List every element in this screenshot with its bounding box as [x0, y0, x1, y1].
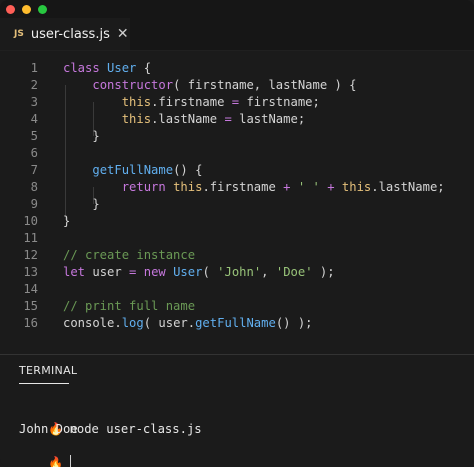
code-text: }: [63, 214, 71, 228]
line-number: 5: [30, 129, 38, 143]
panel-divider: [0, 354, 474, 355]
line-number: 11: [23, 231, 38, 245]
close-window-button[interactable]: [6, 5, 15, 14]
editor-window: JS user-class.js ✕ 1 class User { 2 constr…: [0, 0, 474, 467]
code-line[interactable]: 16 console.log( user.getFullName() );: [0, 315, 474, 332]
terminal-command: node user-class.js: [69, 422, 202, 436]
code-line[interactable]: 11: [0, 230, 474, 247]
flame-icon: 🔥: [48, 456, 64, 467]
tab-user-class-js[interactable]: JS user-class.js ✕: [0, 18, 130, 50]
minimize-window-button[interactable]: [22, 5, 31, 14]
code-text: this.lastName = lastName;: [121, 112, 306, 126]
code-text: this.firstname = firstname;: [121, 95, 320, 109]
line-number: 7: [30, 163, 38, 177]
code-line[interactable]: 9 }: [0, 196, 474, 213]
code-text: let user = new User( 'John', 'Doe' );: [63, 265, 335, 279]
line-number: 4: [30, 112, 38, 126]
terminal-tab-indicator: [19, 383, 69, 384]
code-text: getFullName() {: [92, 163, 203, 177]
line-number: 10: [23, 214, 38, 228]
title-bar: [0, 0, 474, 18]
tab-label: user-class.js: [30, 26, 110, 42]
code-text: }: [63, 129, 100, 143]
terminal-tab[interactable]: TERMINAL: [19, 364, 77, 377]
line-number: 16: [23, 316, 38, 330]
line-number: 2: [30, 78, 38, 92]
line-number: 3: [30, 95, 38, 109]
code-text: constructor( firstname, lastName ) {: [92, 78, 357, 92]
javascript-file-icon: JS: [14, 29, 24, 39]
terminal-output-line: John Doe: [19, 422, 78, 436]
code-text: }: [63, 197, 100, 211]
close-tab-icon[interactable]: ✕: [117, 26, 129, 42]
code-line[interactable]: 8 return this.firstname + ' ' + this.las…: [0, 179, 474, 196]
code-line[interactable]: 5 }: [0, 128, 474, 145]
line-number: 15: [23, 299, 38, 313]
line-number: 13: [23, 265, 38, 279]
line-number: 6: [30, 146, 38, 160]
code-line[interactable]: 15 // print full name: [0, 298, 474, 315]
code-text: // print full name: [63, 299, 196, 313]
line-number: 14: [23, 282, 38, 296]
code-line[interactable]: 1 class User {: [0, 60, 474, 77]
code-editor[interactable]: 1 class User { 2 constructor( firstname, l…: [0, 60, 474, 340]
terminal-prompt-line[interactable]: 🔥: [19, 438, 71, 467]
line-number: 9: [30, 197, 38, 211]
code-line[interactable]: 12 // create instance: [0, 247, 474, 264]
code-text: class User {: [63, 61, 152, 75]
code-text: return this.firstname + ' ' + this.lastN…: [121, 180, 445, 194]
line-number: 12: [23, 248, 38, 262]
text-cursor: [69, 455, 71, 467]
line-number: 1: [30, 61, 38, 75]
code-line[interactable]: 13 let user = new User( 'John', 'Doe' );: [0, 264, 474, 281]
line-number: 8: [30, 180, 38, 194]
code-text: console.log( user.getFullName() );: [63, 316, 313, 330]
code-text: // create instance: [63, 248, 196, 262]
code-line[interactable]: 10}: [0, 213, 474, 230]
code-line[interactable]: 14: [0, 281, 474, 298]
tab-bar: JS user-class.js ✕: [0, 18, 474, 51]
maximize-window-button[interactable]: [38, 5, 47, 14]
code-line[interactable]: 2 constructor( firstname, lastName ) {: [0, 77, 474, 94]
code-line[interactable]: 4 this.lastName = lastName;: [0, 111, 474, 128]
code-line[interactable]: 7 getFullName() {: [0, 162, 474, 179]
code-line[interactable]: 6: [0, 145, 474, 162]
code-line[interactable]: 3 this.firstname = firstname;: [0, 94, 474, 111]
terminal-command-line: 🔥 node user-class.js: [19, 404, 201, 436]
